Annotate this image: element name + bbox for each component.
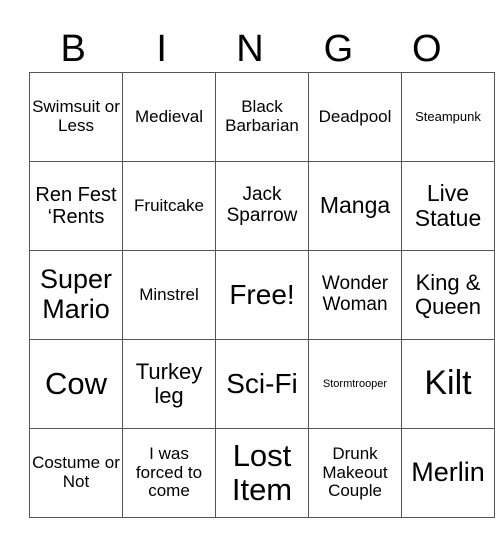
header-letter-i: I bbox=[156, 28, 167, 70]
bingo-cell[interactable]: Cow bbox=[29, 339, 123, 429]
bingo-cell[interactable]: Ren Fest ‘Rents bbox=[29, 161, 123, 251]
bingo-cell[interactable]: Jack Sparrow bbox=[215, 161, 309, 251]
bingo-cell[interactable]: Medieval bbox=[122, 72, 216, 162]
bingo-cell[interactable]: Costume or Not bbox=[29, 428, 123, 518]
header-letter-o: O bbox=[412, 28, 442, 70]
bingo-cell-free[interactable]: Free! bbox=[215, 250, 309, 340]
bingo-row: Cow Turkey leg Sci-Fi Stormtrooper Kilt bbox=[29, 339, 495, 429]
bingo-cell[interactable]: Wonder Woman bbox=[308, 250, 402, 340]
bingo-cell[interactable]: Live Statue bbox=[401, 161, 495, 251]
bingo-cell[interactable]: Fruitcake bbox=[122, 161, 216, 251]
bingo-cell[interactable]: Lost Item bbox=[215, 428, 309, 518]
bingo-row: Super Mario Minstrel Free! Wonder Woman … bbox=[29, 250, 495, 340]
bingo-cell[interactable]: Drunk Makeout Couple bbox=[308, 428, 402, 518]
bingo-cell[interactable]: Manga bbox=[308, 161, 402, 251]
header-letter-b: B bbox=[60, 28, 86, 70]
bingo-cell[interactable]: Stormtrooper bbox=[308, 339, 402, 429]
bingo-cell[interactable]: Turkey leg bbox=[122, 339, 216, 429]
bingo-cell[interactable]: Black Barbarian bbox=[215, 72, 309, 162]
bingo-cell[interactable]: Super Mario bbox=[29, 250, 123, 340]
bingo-card: Swimsuit or Less Medieval Black Barbaria… bbox=[29, 72, 495, 518]
bingo-cell[interactable]: Sci-Fi bbox=[215, 339, 309, 429]
bingo-cell[interactable]: I was forced to come bbox=[122, 428, 216, 518]
bingo-row: Ren Fest ‘Rents Fruitcake Jack Sparrow M… bbox=[29, 161, 495, 251]
bingo-cell[interactable]: Minstrel bbox=[122, 250, 216, 340]
header-letter-g: G bbox=[323, 28, 354, 70]
bingo-cell[interactable]: King & Queen bbox=[401, 250, 495, 340]
bingo-cell[interactable]: Merlin bbox=[401, 428, 495, 518]
bingo-row: Costume or Not I was forced to come Lost… bbox=[29, 428, 495, 518]
bingo-row: Swimsuit or Less Medieval Black Barbaria… bbox=[29, 72, 495, 162]
bingo-cell[interactable]: Deadpool bbox=[308, 72, 402, 162]
header-letter-n: N bbox=[236, 28, 264, 70]
bingo-cell[interactable]: Steampunk bbox=[401, 72, 495, 162]
bingo-cell[interactable]: Kilt bbox=[401, 339, 495, 429]
bingo-header: B I N G O bbox=[29, 26, 471, 72]
bingo-cell[interactable]: Swimsuit or Less bbox=[29, 72, 123, 162]
